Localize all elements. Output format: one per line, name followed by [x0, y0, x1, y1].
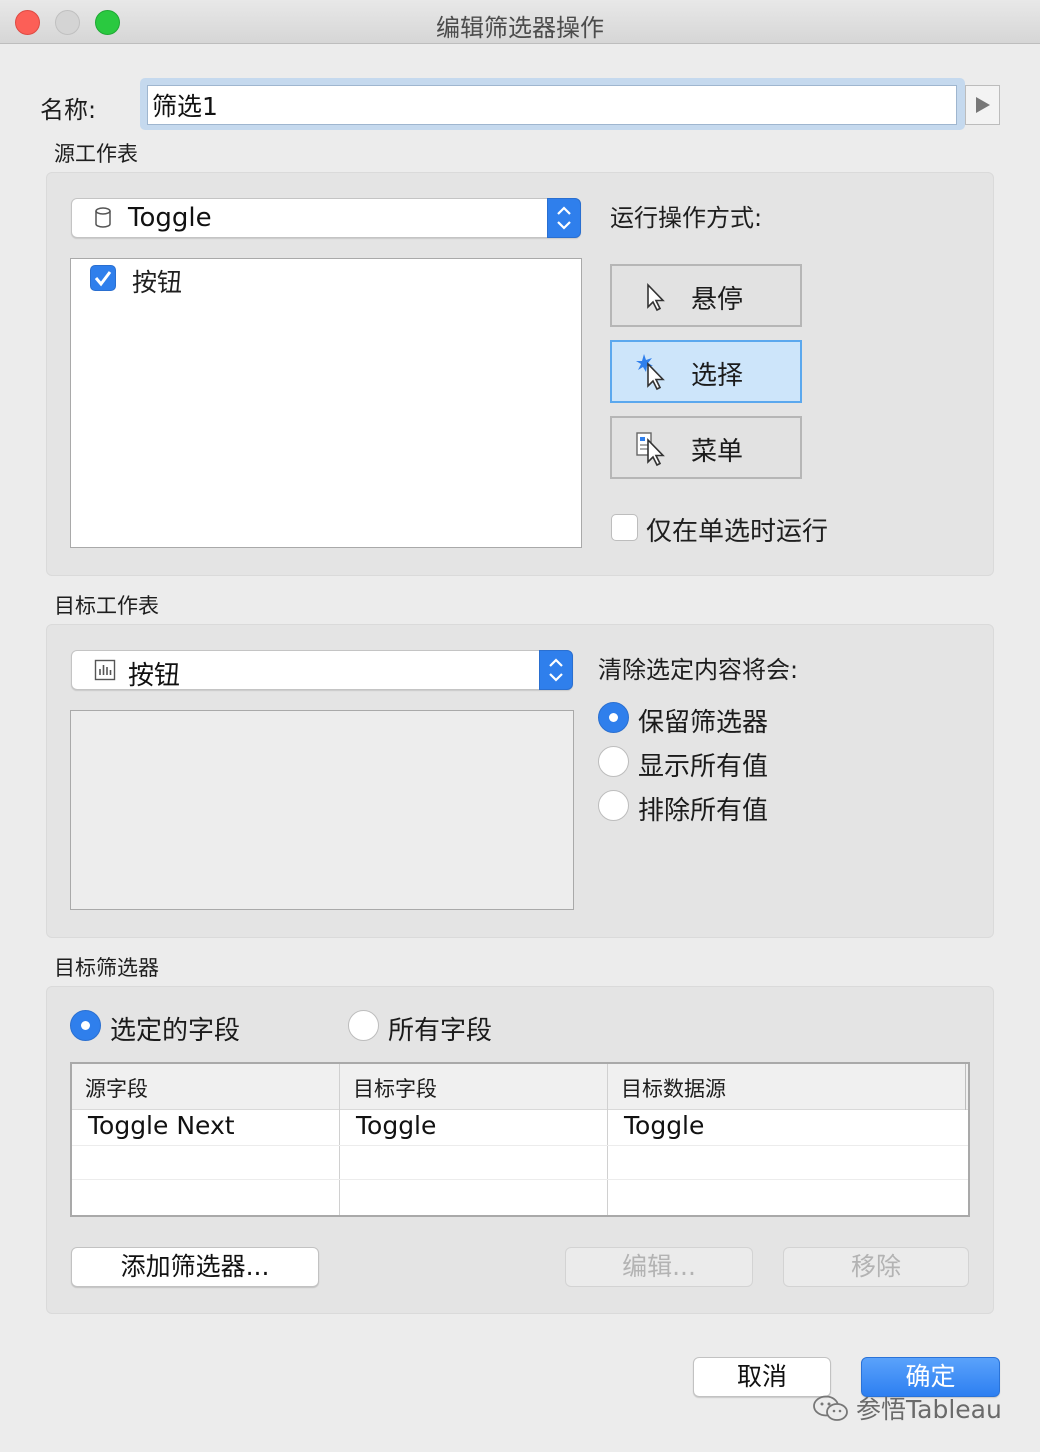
- mode-menu-label: 菜单: [691, 437, 744, 467]
- sheet-label-0: 按钮: [132, 268, 183, 297]
- clear-show-all-label: 显示所有值: [638, 752, 769, 782]
- play-arrow-icon: [976, 97, 990, 113]
- sheet-checkbox-0[interactable]: [90, 265, 116, 291]
- insert-field-button[interactable]: [965, 85, 1000, 125]
- single-select-label: 仅在单选时运行: [646, 517, 829, 547]
- checkmark-icon: [94, 271, 112, 287]
- edit-filter-button[interactable]: 编辑...: [565, 1247, 753, 1287]
- source-datasource-popup[interactable]: Toggle: [71, 198, 581, 238]
- mode-hover-button[interactable]: 悬停: [610, 264, 802, 327]
- clear-exclude-all-label: 排除所有值: [638, 796, 769, 826]
- worksheet-chart-icon: [94, 659, 116, 681]
- window-title: 编辑筛选器操作: [436, 14, 604, 42]
- scope-all-fields-radio[interactable]: [348, 1010, 379, 1041]
- select-pointer-icon: [636, 354, 665, 391]
- column-header-target-field[interactable]: 目标字段: [353, 1073, 437, 1103]
- target-filters-label: 目标筛选器: [54, 956, 159, 980]
- mode-hover-label: 悬停: [691, 285, 744, 315]
- column-divider: [965, 1064, 966, 1110]
- table-row[interactable]: Toggle Next Toggle Toggle: [72, 1111, 968, 1145]
- source-popup-stepper: [547, 198, 581, 238]
- target-popup-stepper: [539, 650, 573, 690]
- database-icon: [95, 207, 111, 228]
- source-sheets-label: 源工作表: [54, 142, 138, 166]
- remove-filter-button[interactable]: 移除: [783, 1247, 969, 1287]
- clear-exclude-all-radio[interactable]: [598, 790, 629, 821]
- watermark-text: 参悟Tableau: [856, 1395, 1002, 1424]
- cell-target-field: Toggle: [356, 1111, 437, 1140]
- single-select-checkbox[interactable]: [611, 514, 638, 541]
- title-bar: 编辑筛选器操作: [0, 0, 1040, 44]
- scope-selected-fields-label: 选定的字段: [110, 1016, 241, 1046]
- edit-filter-action-dialog: 编辑筛选器操作 名称: 源工作表 Toggle 按钮: [0, 0, 1040, 1452]
- menu-pointer-icon: [636, 432, 665, 467]
- target-sheet-list: [70, 710, 574, 910]
- target-sheet-value: 按钮: [128, 661, 181, 691]
- column-header-target-datasource[interactable]: 目标数据源: [621, 1073, 726, 1103]
- name-label: 名称:: [40, 96, 97, 124]
- scope-selected-fields-radio[interactable]: [70, 1010, 101, 1041]
- cell-target-datasource: Toggle: [624, 1111, 705, 1140]
- clear-selection-label: 清除选定内容将会:: [598, 656, 799, 684]
- chevron-updown-icon: [549, 658, 563, 682]
- mode-select-label: 选择: [691, 361, 744, 391]
- clear-keep-filter-label: 保留筛选器: [638, 708, 769, 738]
- clear-keep-filter-radio[interactable]: [598, 702, 629, 733]
- column-header-source-field[interactable]: 源字段: [85, 1073, 148, 1103]
- clear-show-all-radio[interactable]: [598, 746, 629, 777]
- hover-pointer-icon: [647, 283, 665, 312]
- mode-select-button[interactable]: 选择: [610, 340, 802, 403]
- add-filter-button[interactable]: 添加筛选器...: [71, 1247, 319, 1287]
- name-input[interactable]: [147, 85, 957, 125]
- source-sheet-list: 按钮: [70, 258, 582, 548]
- row-divider: [72, 1145, 968, 1146]
- target-sheet-popup[interactable]: 按钮: [71, 650, 573, 691]
- chevron-updown-icon: [557, 206, 571, 230]
- cell-source-field: Toggle Next: [88, 1111, 235, 1140]
- mode-menu-button[interactable]: 菜单: [610, 416, 802, 479]
- table-header: 源字段 目标字段 目标数据源: [72, 1064, 968, 1110]
- row-divider: [72, 1179, 968, 1180]
- run-mode-label: 运行操作方式:: [610, 204, 763, 232]
- field-mapping-table: 源字段 目标字段 目标数据源 Toggle Next Toggle Toggle: [70, 1062, 970, 1217]
- scope-all-fields-label: 所有字段: [388, 1016, 493, 1046]
- target-sheets-label: 目标工作表: [54, 594, 159, 618]
- source-datasource-value: Toggle: [128, 203, 212, 233]
- watermark: 参悟Tableau: [808, 1388, 1018, 1428]
- wechat-logo-icon: [813, 1395, 848, 1421]
